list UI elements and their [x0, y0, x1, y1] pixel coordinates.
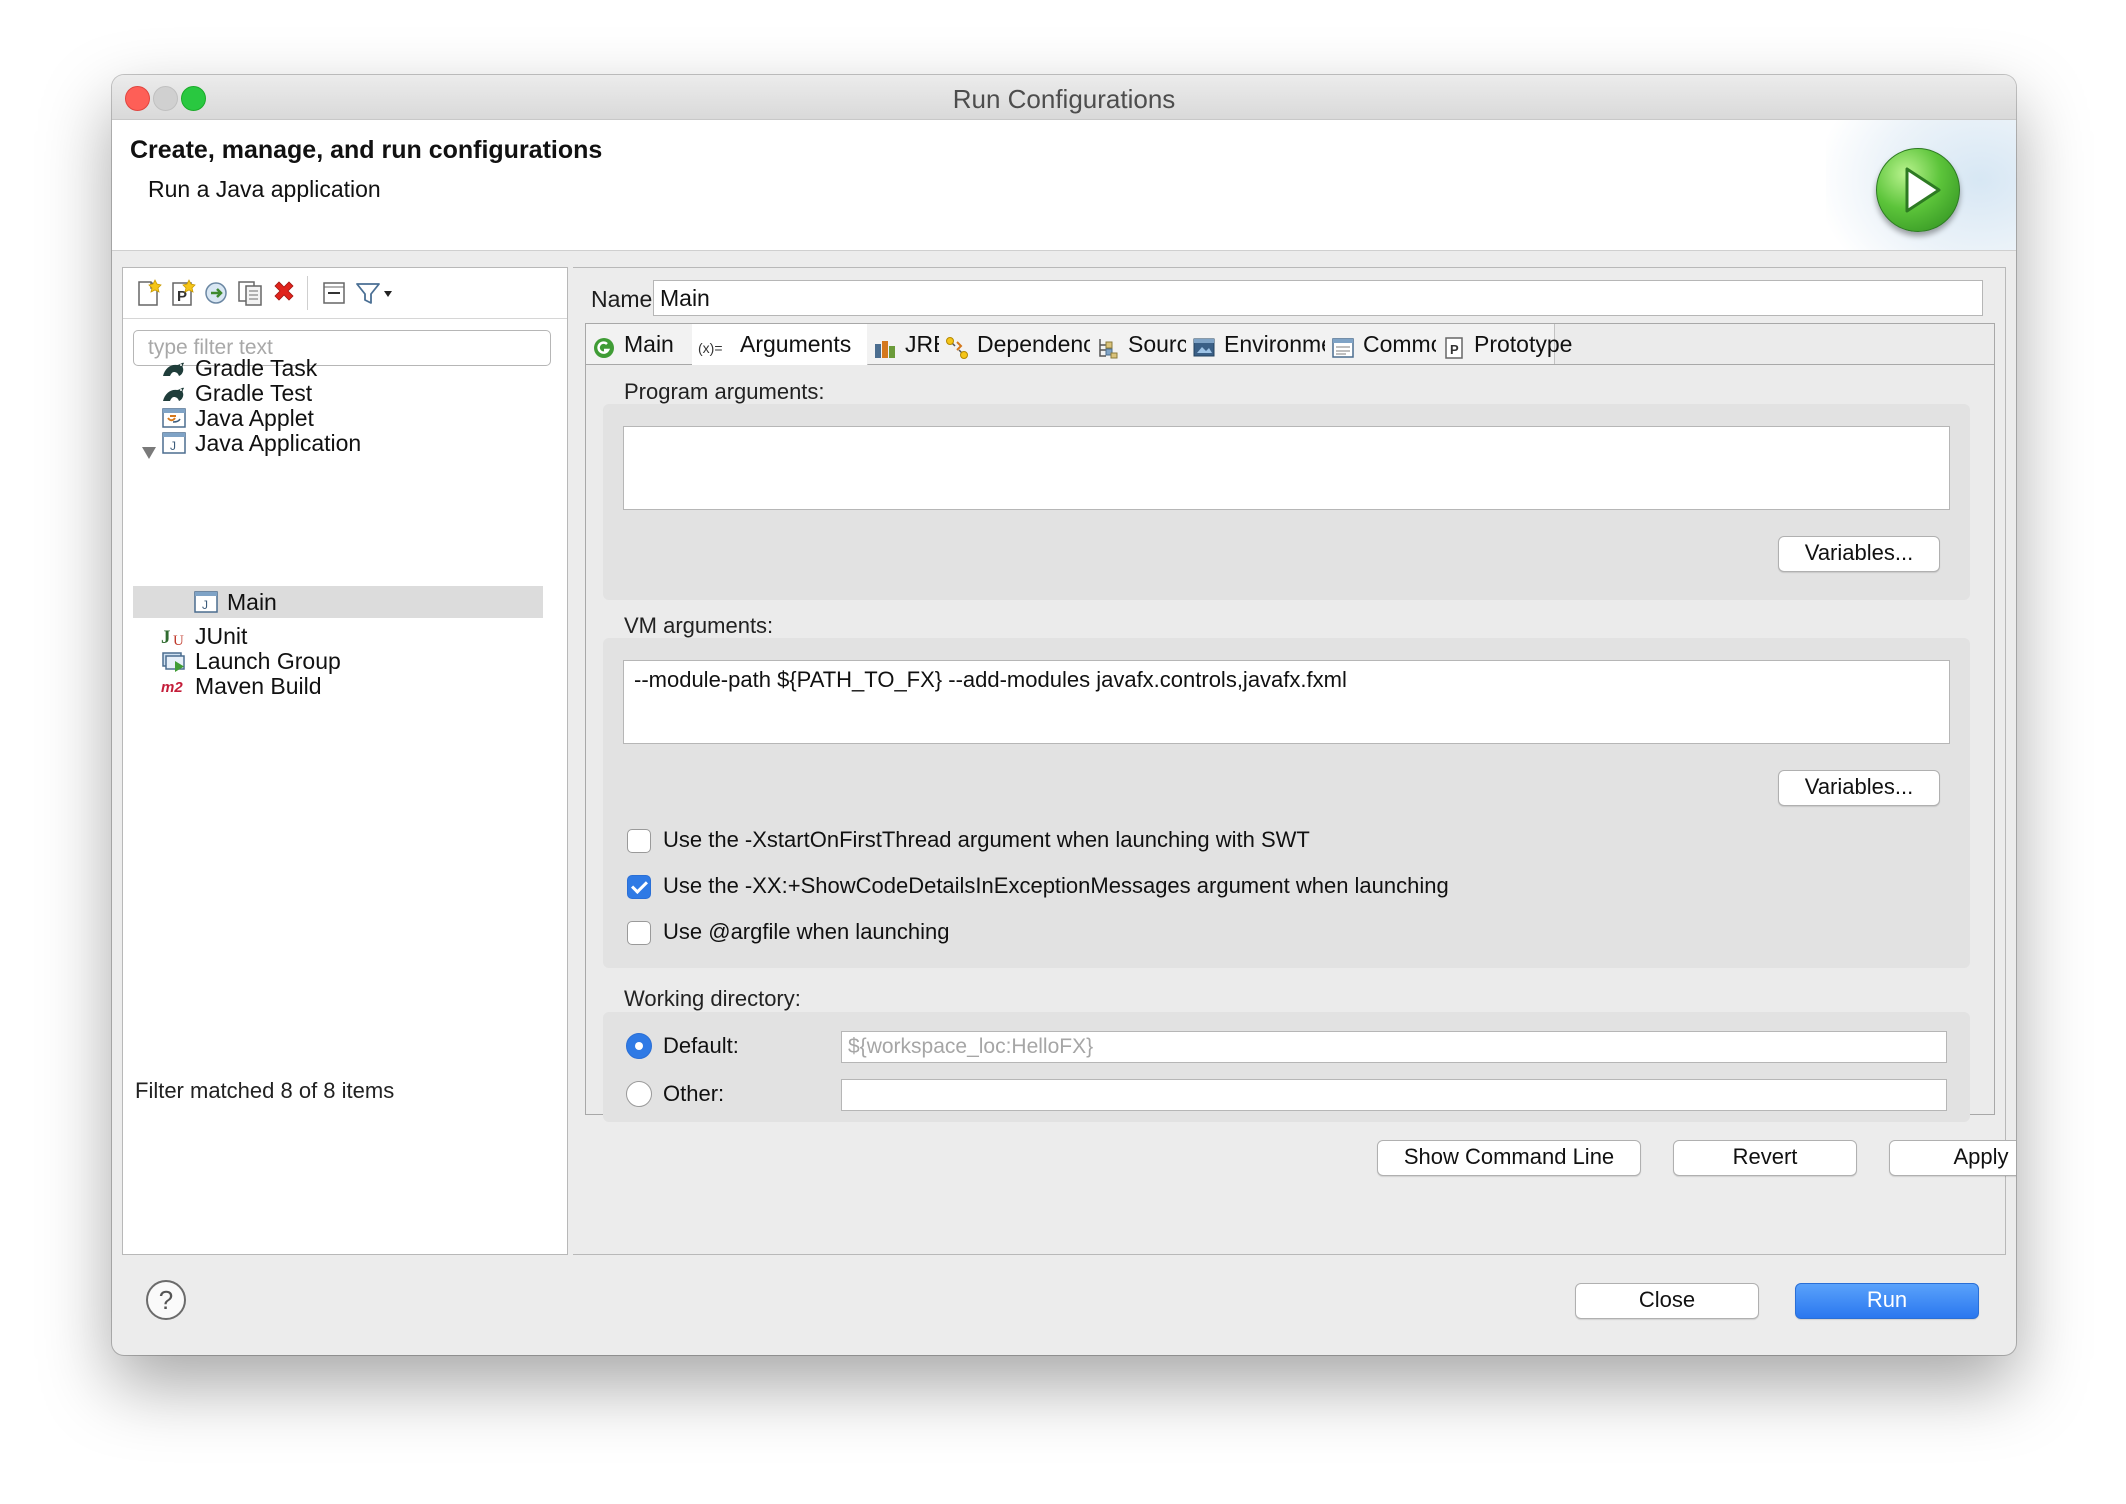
tab-main[interactable]: Main: [586, 324, 693, 364]
filter-status-text: Filter matched 8 of 8 items: [135, 1078, 395, 1103]
common-icon: [1331, 332, 1355, 358]
tab-environment[interactable]: Environment: [1186, 324, 1353, 364]
svg-text:(x)=: (x)=: [698, 340, 723, 356]
wd-other-label: Other:: [663, 1081, 725, 1106]
launch-group-icon: [161, 649, 187, 673]
tab-jre[interactable]: JRE: [867, 324, 948, 364]
tree-toolbar: P: [123, 268, 567, 319]
jre-icon: [873, 332, 897, 358]
filter-icon[interactable]: [353, 278, 383, 308]
xstart-on-first-thread-checkbox[interactable]: [627, 829, 651, 853]
main-tab-icon: [592, 332, 616, 358]
argfile-checkbox[interactable]: [627, 921, 651, 945]
new-prototype-icon[interactable]: P: [167, 278, 197, 308]
header-subtitle: Run a Java application: [148, 176, 381, 202]
svg-text:m2: m2: [161, 679, 183, 696]
working-directory-label: Working directory:: [624, 986, 801, 1011]
run-button[interactable]: Run: [1795, 1283, 1979, 1319]
wd-default-radio[interactable]: [626, 1033, 652, 1059]
svg-text:J: J: [170, 439, 176, 453]
new-config-icon[interactable]: [133, 278, 163, 308]
vm-arguments-label: VM arguments:: [624, 613, 774, 638]
duplicate-icon[interactable]: [235, 278, 265, 308]
java-application-icon: J: [193, 590, 219, 614]
program-arguments-input[interactable]: [623, 426, 1950, 510]
svg-text:P: P: [1450, 342, 1459, 357]
wd-other-radio[interactable]: [626, 1081, 652, 1107]
wd-other-input[interactable]: [841, 1079, 1947, 1111]
configuration-tree-panel: P type filter text Gradle Task Gradle Te…: [122, 267, 568, 1255]
vm-arguments-input[interactable]: --module-path ${PATH_TO_FX} --add-module…: [623, 660, 1950, 744]
source-icon: [1096, 332, 1120, 359]
show-code-details-checkbox[interactable]: [627, 875, 651, 899]
vm-variables-button[interactable]: Variables...: [1778, 770, 1940, 806]
wd-default-label: Default:: [663, 1033, 739, 1058]
configuration-editor-panel: Name: Main (x)= Arguments: [573, 267, 2016, 1255]
delete-icon[interactable]: [269, 278, 299, 308]
export-icon[interactable]: [201, 278, 231, 308]
program-variables-button[interactable]: Variables...: [1778, 536, 1940, 572]
help-icon[interactable]: ?: [146, 1280, 186, 1320]
run-configurations-window: Run Configurations Create, manage, and r…: [112, 75, 2016, 1355]
java-application-icon: J: [161, 431, 187, 455]
arguments-icon: (x)=: [698, 332, 730, 356]
xstart-on-first-thread-label: Use the -XstartOnFirstThread argument wh…: [663, 827, 1310, 852]
tab-common[interactable]: Common: [1325, 324, 1456, 364]
gradle-icon: [161, 356, 187, 380]
svg-text:J: J: [202, 598, 208, 612]
revert-button[interactable]: Revert: [1673, 1140, 1857, 1176]
dependencies-icon: [945, 332, 969, 359]
program-arguments-label: Program arguments:: [624, 379, 825, 404]
java-applet-icon: [161, 406, 187, 430]
header-title: Create, manage, and run configurations: [130, 136, 603, 164]
svg-text:J: J: [161, 627, 171, 648]
tab-source[interactable]: Source: [1090, 324, 1201, 364]
wd-default-input: ${workspace_loc:HelloFX}: [841, 1031, 1947, 1063]
tab-dependencies[interactable]: Dependencies: [939, 324, 1124, 364]
tab-folder: Main (x)= Arguments JRE Dependencies Sou…: [585, 323, 1995, 1122]
dropdown-arrow-icon[interactable]: [381, 278, 395, 308]
junit-icon: JU: [161, 624, 187, 649]
window-title: Run Configurations: [952, 84, 1176, 114]
show-code-details-label: Use the -XX:+ShowCodeDetailsInExceptionM…: [663, 873, 1449, 898]
gradle-icon: [161, 381, 187, 405]
maven-icon: m2: [161, 674, 187, 698]
apply-button[interactable]: Apply: [1889, 1140, 2016, 1176]
svg-text:U: U: [173, 633, 184, 648]
run-play-icon: [1876, 148, 1960, 232]
name-label: Name:: [591, 286, 659, 312]
tab-arguments[interactable]: (x)= Arguments: [692, 324, 868, 365]
prototype-icon: P: [1442, 332, 1466, 359]
environment-icon: [1192, 332, 1216, 357]
argfile-label: Use @argfile when launching: [663, 919, 950, 944]
dialog-header: Create, manage, and run configurations R…: [112, 120, 2016, 251]
tab-strip: Main (x)= Arguments JRE Dependencies Sou…: [586, 324, 1994, 365]
name-field[interactable]: [653, 280, 1983, 316]
tab-prototype[interactable]: P Prototype: [1436, 324, 1572, 364]
collapse-all-icon[interactable]: [319, 278, 349, 308]
title-bar: Run Configurations: [112, 75, 2016, 120]
show-command-line-button[interactable]: Show Command Line: [1377, 1140, 1641, 1176]
close-button[interactable]: Close: [1575, 1283, 1759, 1319]
expand-triangle-icon[interactable]: [141, 436, 157, 468]
